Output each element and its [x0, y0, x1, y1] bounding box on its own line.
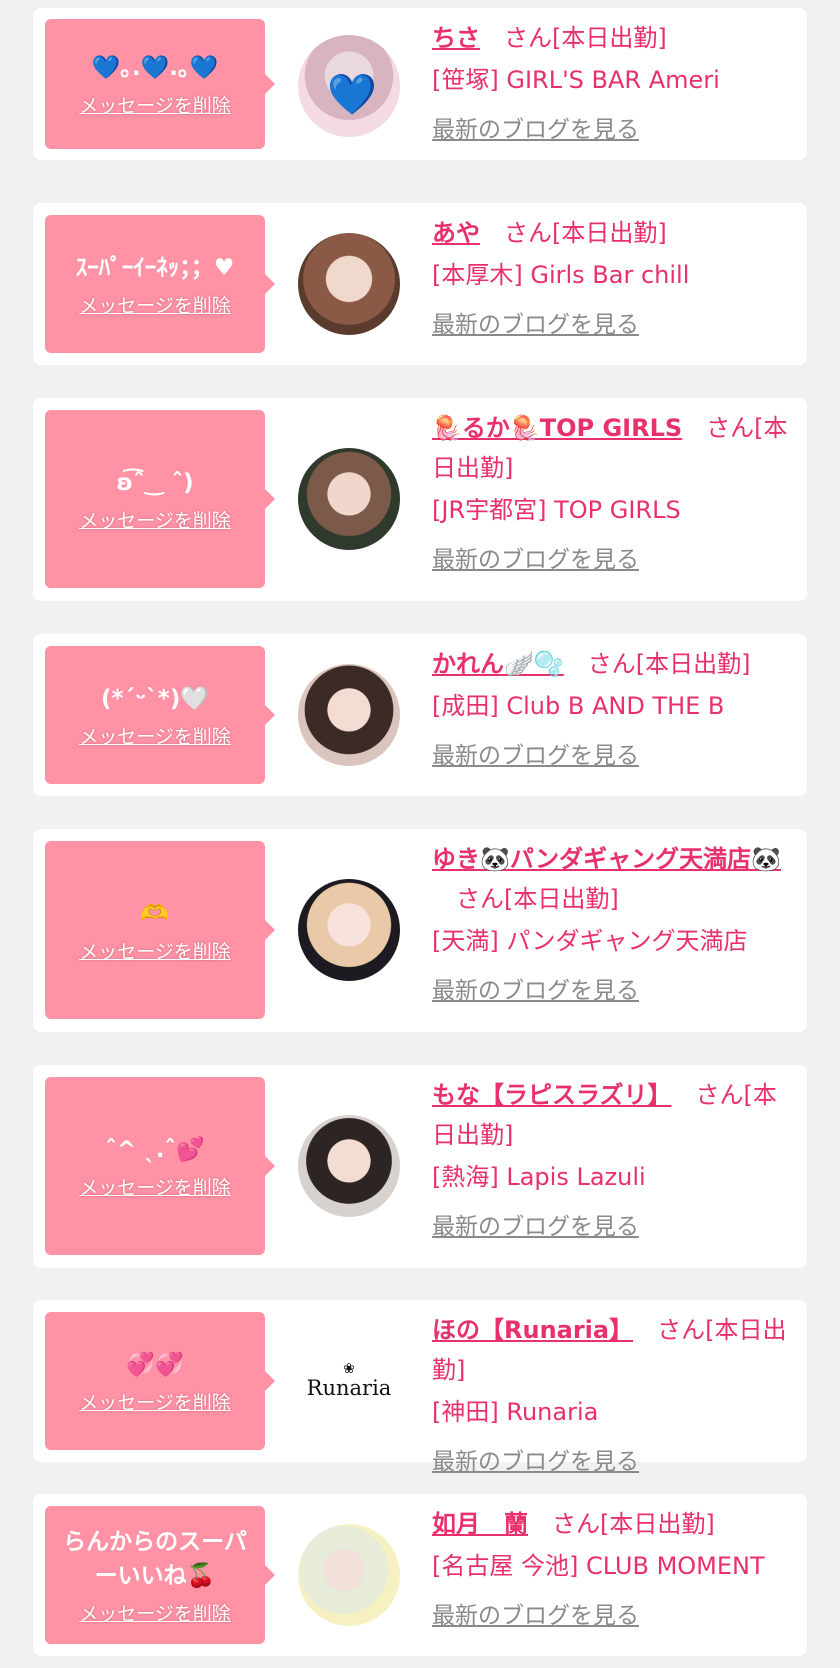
message-text: (*ˊᵕˋ*)🤍 — [101, 685, 209, 712]
delete-message-link[interactable]: メッセージを削除 — [79, 1388, 231, 1415]
cast-name-link[interactable]: かれん🪽🫧 — [432, 650, 564, 678]
shop-info: [天満] パンダギャング天満店 — [432, 927, 748, 955]
cast-status: さん[本日出勤] — [552, 1510, 715, 1538]
delete-message-link[interactable]: メッセージを削除 — [79, 1599, 231, 1626]
message-bubble: 🫶 メッセージを削除 — [45, 841, 275, 1019]
shop-info: [神田] Runaria — [432, 1398, 599, 1426]
message-bubble: ˆ^ ˎ.ˆ💕 メッセージを削除 — [45, 1077, 275, 1255]
list-item: 💙｡.💙.｡💙 メッセージを削除 💙 ちさ さん[本日出勤] [笹塚] GIRL'… — [33, 8, 807, 160]
lotus-icon: ❀ — [343, 1361, 355, 1377]
cast-name-link[interactable]: あや — [432, 219, 480, 247]
delete-message-link[interactable]: メッセージを削除 — [79, 1173, 231, 1200]
blog-link[interactable]: 最新のブログを見る — [432, 736, 639, 776]
cast-name-link[interactable]: もな【ラピスラズリ】 — [432, 1081, 672, 1109]
message-list: 💙｡.💙.｡💙 メッセージを削除 💙 ちさ さん[本日出勤] [笹塚] GIRL'… — [0, 0, 840, 1668]
blog-link[interactable]: 最新のブログを見る — [432, 110, 639, 150]
cast-status: さん[本日出勤] — [504, 24, 667, 52]
message-bubble: ｽｰﾊﾟｰｲｰﾈｯ；；♥ メッセージを削除 — [45, 215, 275, 353]
delete-message-link[interactable]: メッセージを削除 — [79, 91, 231, 118]
blog-link[interactable]: 最新のブログを見る — [432, 540, 639, 580]
message-text: ｽｰﾊﾟｰｲｰﾈｯ；；♥ — [75, 254, 235, 281]
cast-name-link[interactable]: 如月 蘭 — [432, 1510, 528, 1538]
list-item: 🫶 メッセージを削除 ゆき🐼パンダギャング天満店🐼 さん[本日出勤] [天満] パ… — [33, 829, 807, 1032]
message-text: 💙｡.💙.｡💙 — [91, 54, 219, 81]
message-text: らんからのスーパーいいね🍒 — [63, 1528, 247, 1589]
message-bubble: らんからのスーパーいいね🍒 メッセージを削除 — [45, 1506, 275, 1644]
list-item: らんからのスーパーいいね🍒 メッセージを削除 如月 蘭さん[本日出勤] [名古屋… — [33, 1494, 807, 1656]
cast-status: さん[本日出勤] — [456, 885, 619, 913]
blog-link[interactable]: 最新のブログを見る — [432, 1442, 639, 1482]
message-text: ʚ͡ˆ‿ ˆ) — [116, 469, 194, 496]
delete-message-link[interactable]: メッセージを削除 — [79, 506, 231, 533]
blog-link[interactable]: 最新のブログを見る — [432, 1207, 639, 1247]
cast-name-link[interactable]: ほの【Runaria】 — [432, 1316, 633, 1344]
shop-info: [JR宇都宮] TOP GIRLS — [432, 496, 681, 524]
list-item: (*ˊᵕˋ*)🤍 メッセージを削除 かれん🪽🫧 さん[本日出勤] [成田] Clu… — [33, 634, 807, 796]
delete-message-link[interactable]: メッセージを削除 — [79, 937, 231, 964]
shop-logo[interactable]: ❀ Runaria — [298, 1330, 400, 1432]
cast-status: さん[本日出勤] — [504, 219, 667, 247]
avatar[interactable]: 💙 — [298, 35, 400, 137]
blog-link[interactable]: 最新のブログを見る — [432, 1596, 639, 1636]
message-text: 💞💞 — [126, 1351, 184, 1378]
shop-info: [熱海] Lapis Lazuli — [432, 1163, 646, 1191]
message-bubble: 💙｡.💙.｡💙 メッセージを削除 — [45, 19, 275, 149]
avatar[interactable] — [298, 879, 400, 981]
list-item: ˆ^ ˎ.ˆ💕 メッセージを削除 もな【ラピスラズリ】 さん[本日出勤] [熱海]… — [33, 1065, 807, 1268]
shop-info: [本厚木] Girls Bar chill — [432, 261, 690, 289]
avatar[interactable] — [298, 448, 400, 550]
avatar[interactable] — [298, 664, 400, 766]
logo-text: Runaria — [306, 1376, 392, 1400]
cast-name-link[interactable]: 🪼るか🪼TOP GIRLS — [432, 414, 682, 442]
message-bubble: 💞💞 メッセージを削除 — [45, 1312, 275, 1450]
shop-info: [笹塚] GIRL'S BAR Ameri — [432, 66, 720, 94]
list-item: ʚ͡ˆ‿ ˆ) メッセージを削除 🪼るか🪼TOP GIRLS さん[本日出勤] [… — [33, 398, 807, 601]
avatar[interactable] — [298, 1115, 400, 1217]
list-item: ｽｰﾊﾟｰｲｰﾈｯ；；♥ メッセージを削除 あや さん[本日出勤] [本厚木] G… — [33, 203, 807, 365]
cast-name-link[interactable]: ちさ — [432, 24, 480, 52]
message-bubble: ʚ͡ˆ‿ ˆ) メッセージを削除 — [45, 410, 275, 588]
cast-status: さん[本日出勤] — [587, 650, 751, 678]
message-bubble: (*ˊᵕˋ*)🤍 メッセージを削除 — [45, 646, 275, 784]
shop-info: [名古屋 今池] CLUB MOMENT — [432, 1552, 765, 1580]
delete-message-link[interactable]: メッセージを削除 — [79, 722, 231, 749]
blog-link[interactable]: 最新のブログを見る — [432, 305, 639, 345]
cast-name-link[interactable]: ゆき🐼パンダギャング天満店🐼 — [432, 845, 781, 873]
shop-info: [成田] Club B AND THE B — [432, 692, 725, 720]
avatar[interactable] — [298, 233, 400, 335]
delete-message-link[interactable]: メッセージを削除 — [79, 291, 231, 318]
blog-link[interactable]: 最新のブログを見る — [432, 971, 639, 1011]
message-text: 🫶 — [140, 900, 170, 927]
avatar[interactable] — [298, 1524, 400, 1626]
list-item: 💞💞 メッセージを削除 ❀ Runaria ほの【Runaria】 さん[本日出勤… — [33, 1300, 807, 1475]
heart-icon: 💙 — [327, 72, 377, 118]
message-text: ˆ^ ˎ.ˆ💕 — [105, 1136, 205, 1163]
